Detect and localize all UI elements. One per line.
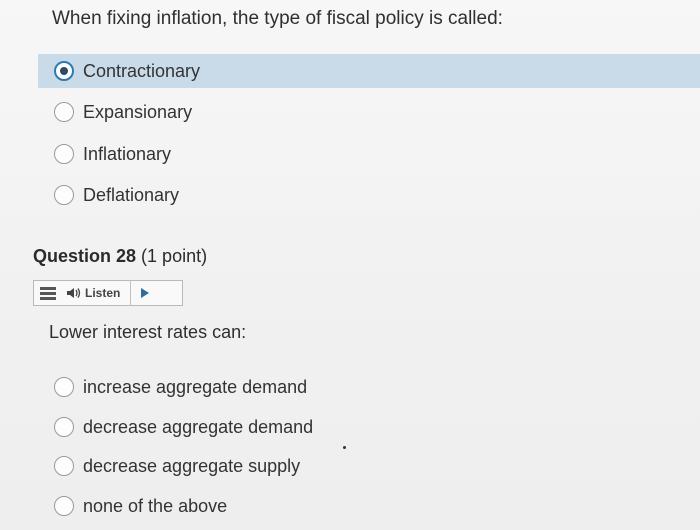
option-label: increase aggregate demand (83, 376, 308, 397)
q27-option-expansionary[interactable]: Expansionary (54, 95, 192, 129)
radio-button[interactable] (54, 456, 74, 476)
question-points: (1 point) (141, 246, 208, 266)
option-label: Contractionary (83, 60, 201, 81)
question-28-text: Lower interest rates can: (49, 322, 247, 342)
radio-button-checked[interactable] (54, 61, 74, 81)
q27-option-deflationary[interactable]: Deflationary (54, 178, 179, 212)
question-27-text: When fixing inflation, the type of fisca… (52, 8, 503, 29)
q27-option-contractionary[interactable]: Contractionary (38, 54, 700, 88)
question-number: Question 28 (33, 246, 137, 266)
q28-option-none-of-the-above[interactable]: none of the above (54, 489, 227, 523)
radio-button[interactable] (54, 144, 74, 164)
question-28-heading: Question 28 (1 point) (33, 246, 207, 267)
radio-button[interactable] (54, 417, 74, 437)
speaker-icon (67, 288, 81, 298)
q28-option-decrease-aggregate-demand[interactable]: decrease aggregate demand (54, 410, 313, 444)
toolbar-divider (130, 280, 132, 306)
menu-icon[interactable] (40, 287, 56, 300)
q27-option-inflationary[interactable]: Inflationary (54, 137, 171, 171)
option-label: none of the above (83, 495, 228, 516)
q28-option-decrease-aggregate-supply[interactable]: decrease aggregate supply (54, 449, 300, 483)
option-label: Expansionary (83, 101, 193, 122)
option-label: decrease aggregate demand (83, 416, 314, 437)
radio-button[interactable] (54, 185, 74, 205)
stray-dot (343, 446, 346, 449)
radio-button[interactable] (54, 377, 74, 397)
option-label: decrease aggregate supply (83, 455, 301, 476)
quiz-page: When fixing inflation, the type of fisca… (0, 0, 700, 530)
radio-button[interactable] (54, 102, 74, 122)
q28-option-increase-aggregate-demand[interactable]: increase aggregate demand (54, 370, 307, 404)
option-label: Inflationary (83, 143, 172, 164)
play-icon[interactable] (141, 288, 150, 298)
option-label: Deflationary (83, 184, 180, 205)
listen-button[interactable]: Listen (66, 286, 120, 300)
listen-toolbar: Listen (33, 280, 183, 306)
listen-label: Listen (85, 286, 121, 300)
radio-button[interactable] (54, 496, 74, 516)
